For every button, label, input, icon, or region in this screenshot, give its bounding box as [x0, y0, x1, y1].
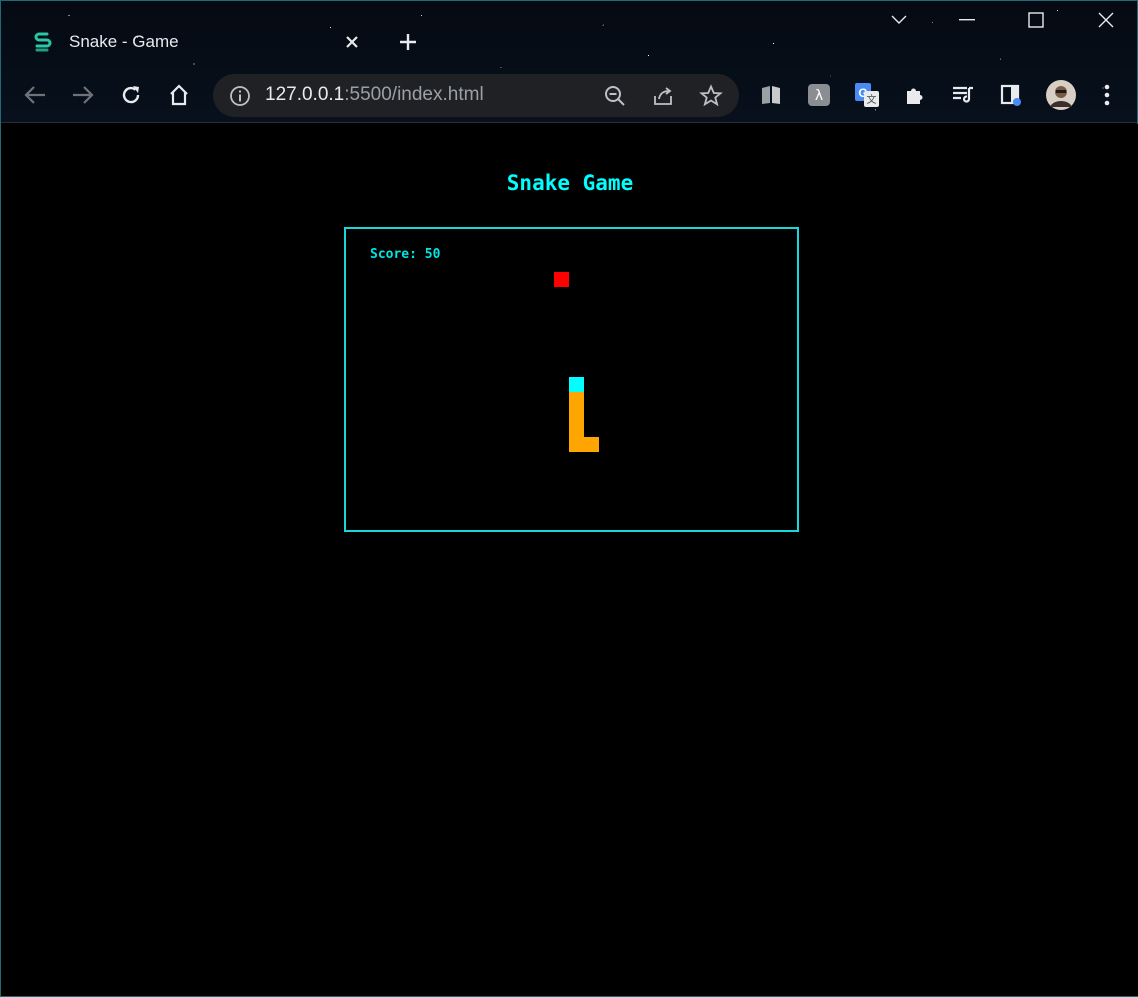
svg-text:文: 文 [867, 93, 877, 106]
snake-body-segment [569, 392, 584, 407]
forward-icon[interactable] [65, 77, 101, 113]
svg-text:λ: λ [815, 88, 823, 104]
chevron-down-icon[interactable] [879, 5, 919, 35]
tab-title: Snake - Game [69, 32, 179, 51]
url-path: :5500/index.html [344, 84, 484, 105]
url-text[interactable]: 127.0.0.1:5500/index.html [265, 84, 484, 106]
browser-window: Snake - Game 127.0.0.1:5500/index.html λ… [0, 0, 1138, 997]
media-queue-icon[interactable] [949, 81, 977, 109]
close-icon[interactable] [1086, 5, 1126, 35]
food-cell [554, 272, 569, 287]
plus-icon[interactable] [395, 29, 421, 55]
close-tab-icon[interactable] [339, 29, 365, 55]
snake-body-segment [569, 437, 584, 452]
snake-body-segment [569, 407, 584, 422]
address-bar[interactable]: 127.0.0.1:5500/index.html [213, 74, 739, 117]
share-icon[interactable] [651, 84, 675, 108]
sidebar-icon[interactable] [997, 81, 1025, 109]
minimize-icon[interactable] [947, 5, 987, 35]
lambda-extension-icon[interactable]: λ [805, 81, 833, 109]
tab-snake-game[interactable]: Snake - Game [21, 23, 369, 61]
info-icon[interactable] [229, 85, 251, 107]
snake-head [569, 377, 584, 392]
score-label: Score: 50 [370, 247, 441, 262]
back-icon[interactable] [17, 77, 53, 113]
puzzle-icon[interactable] [901, 81, 929, 109]
snake-icon [34, 32, 52, 52]
home-icon[interactable] [161, 77, 197, 113]
star-icon[interactable] [699, 84, 723, 108]
page-title: Snake Game [506, 171, 634, 195]
translate-extension-icon[interactable]: G文 [853, 81, 881, 109]
menu-icon[interactable] [1093, 81, 1121, 109]
snake-body-segment [584, 437, 599, 452]
maximize-icon[interactable] [1016, 5, 1056, 35]
game-board[interactable]: Score: 50 [344, 227, 799, 532]
url-host: 127.0.0.1 [265, 84, 345, 105]
snake-body-segment [569, 422, 584, 437]
profile-avatar[interactable] [1045, 79, 1077, 111]
zoom-out-icon[interactable] [603, 84, 627, 108]
reader-extension-icon[interactable] [757, 81, 785, 109]
page-viewport: Snake Game Score: 50 [2, 124, 1138, 996]
browser-titlebar: Snake - Game 127.0.0.1:5500/index.html λ… [1, 1, 1137, 123]
reload-icon[interactable] [113, 77, 149, 113]
